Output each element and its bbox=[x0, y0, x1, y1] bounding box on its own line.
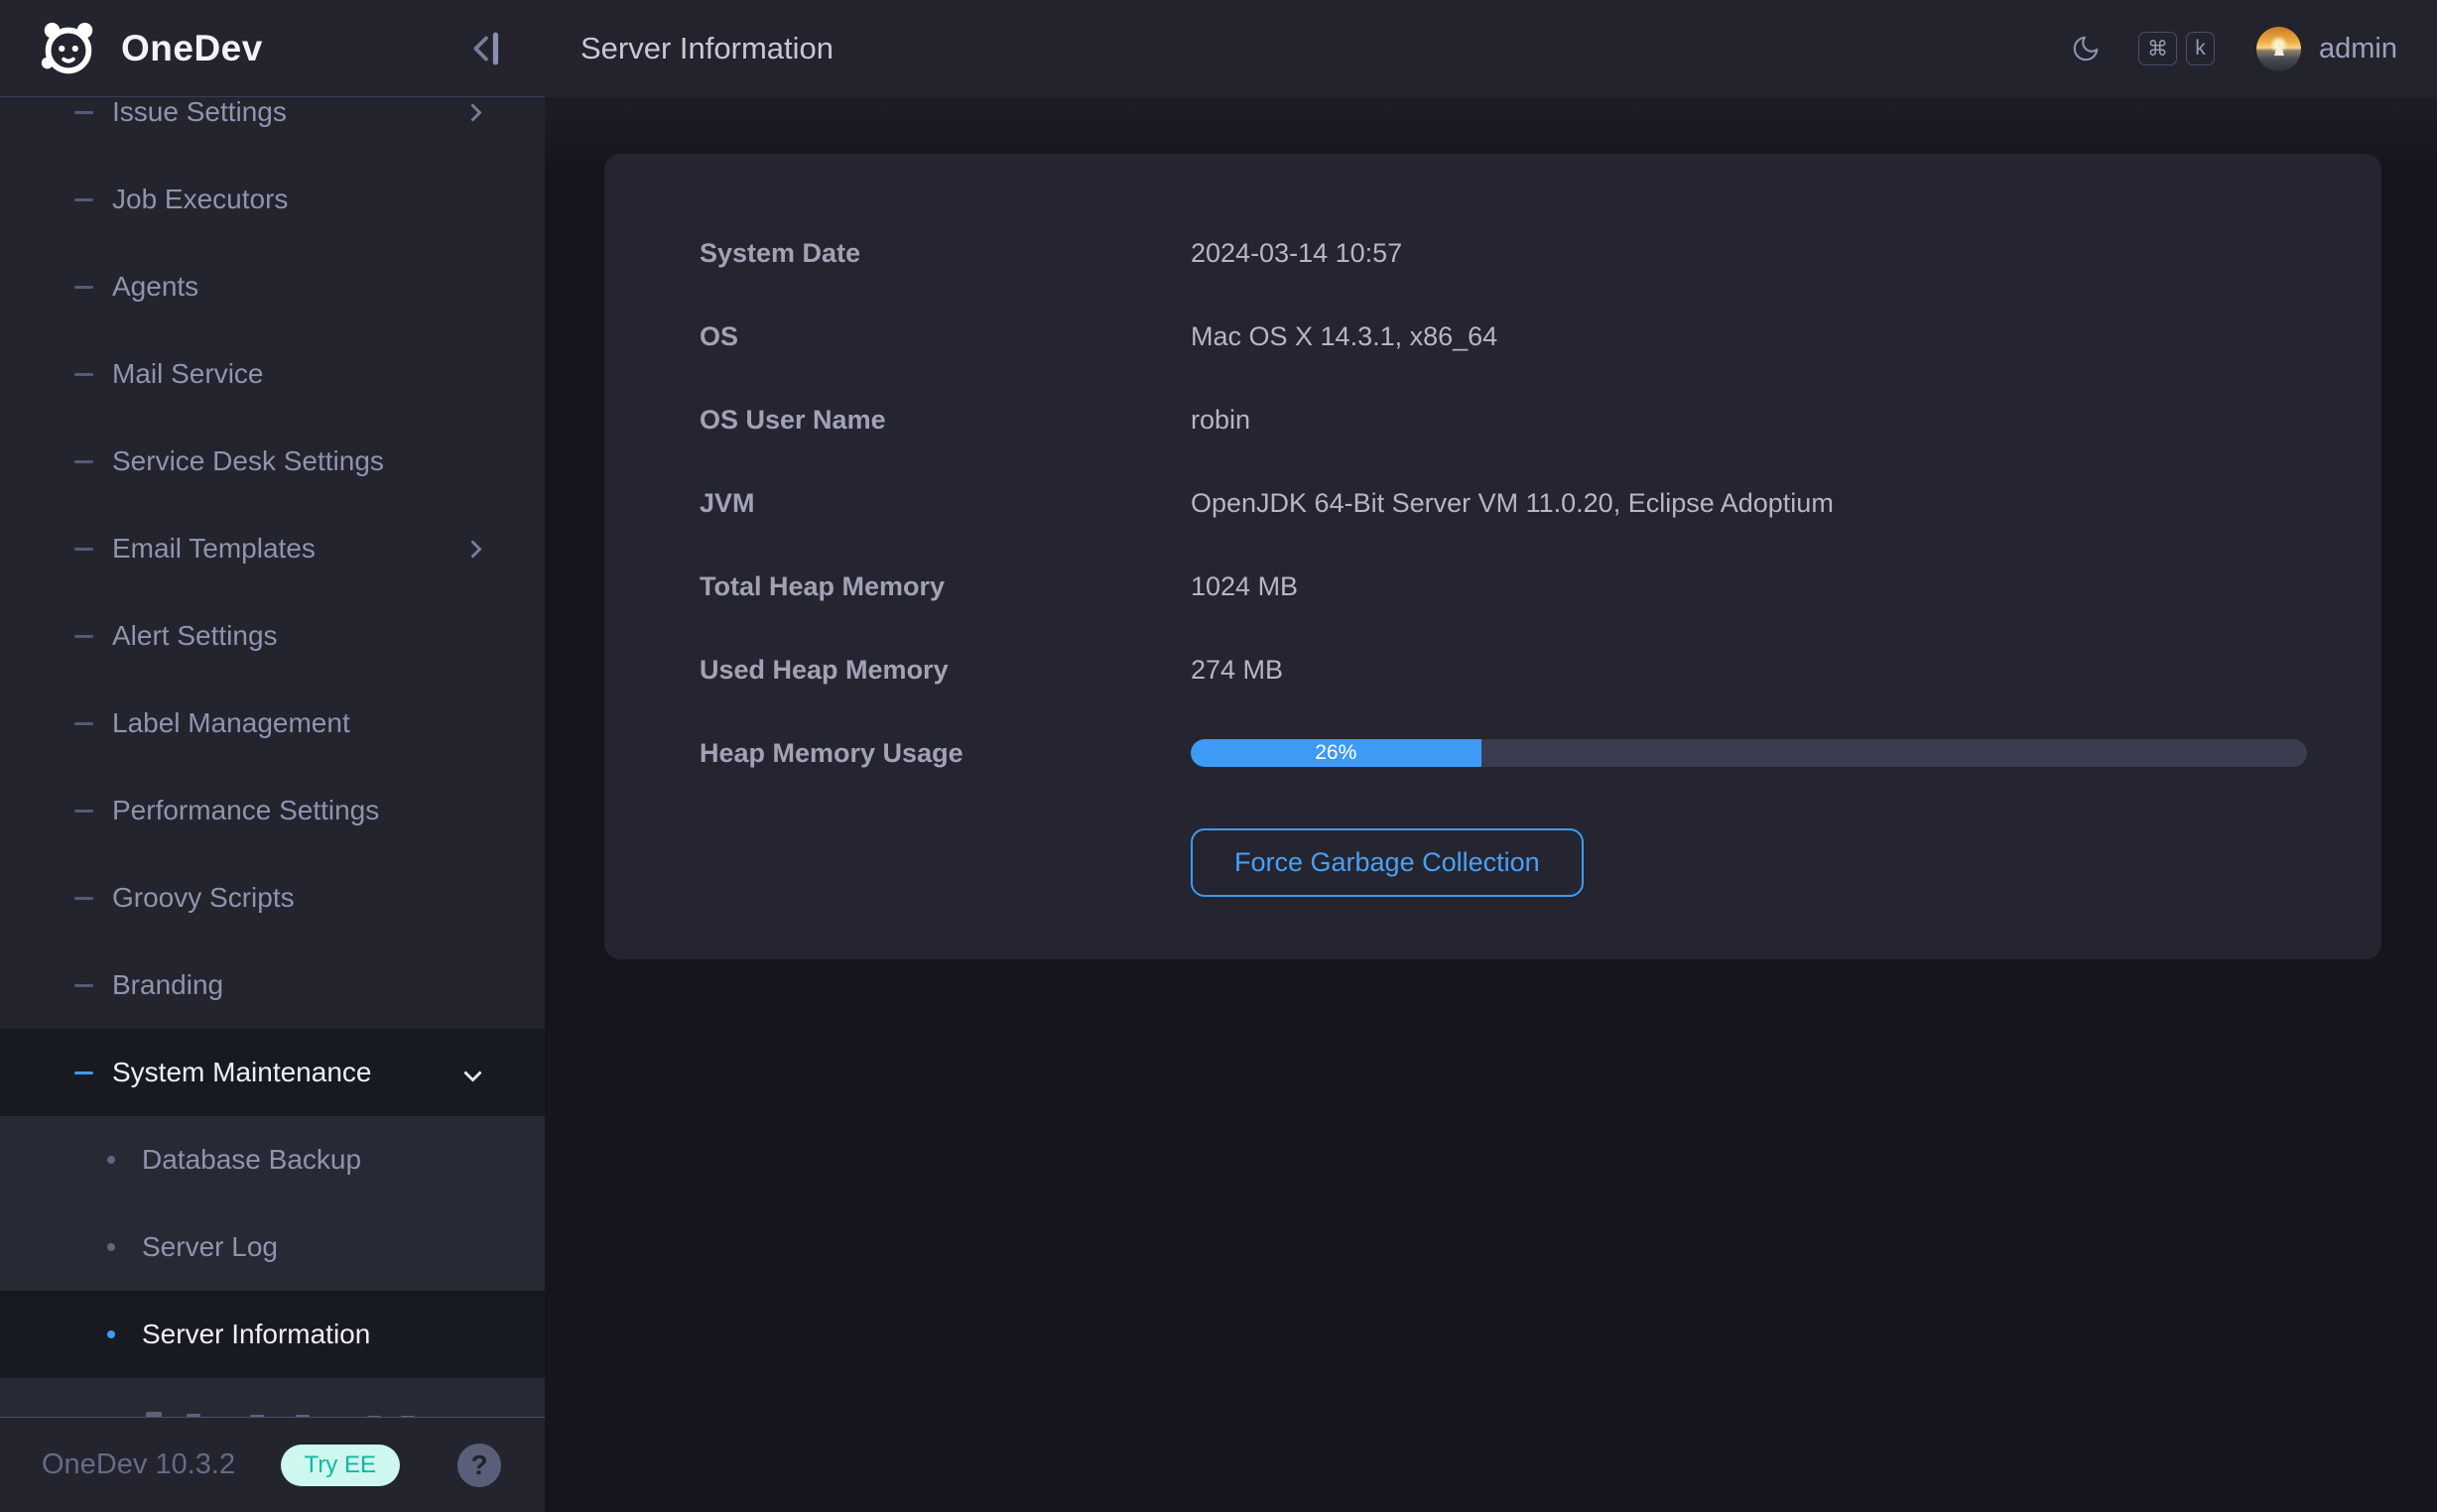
dash-icon bbox=[74, 373, 93, 376]
sidebar-item-issue-settings[interactable]: Issue Settings bbox=[0, 97, 545, 156]
cmd-key-icon: ⌘ bbox=[2138, 32, 2177, 65]
info-row-os-user-name: OS User Name robin bbox=[700, 378, 2307, 461]
dash-icon bbox=[74, 198, 93, 201]
username[interactable]: admin bbox=[2319, 33, 2397, 65]
dash-icon bbox=[74, 635, 93, 638]
server-info-card: System Date 2024-03-14 10:57 OS Mac OS X… bbox=[604, 154, 2381, 959]
dash-icon bbox=[74, 897, 93, 900]
force-garbage-collection-button[interactable]: Force Garbage Collection bbox=[1191, 828, 1584, 897]
info-row-total-heap-memory: Total Heap Memory 1024 MB bbox=[700, 545, 2307, 628]
sidebar-item-performance-settings[interactable]: Performance Settings bbox=[0, 767, 545, 854]
bullet-icon bbox=[107, 1156, 115, 1164]
sidebar-item-job-executors[interactable]: Job Executors bbox=[0, 156, 545, 243]
collapse-sidebar-icon[interactable] bbox=[467, 29, 507, 68]
info-row-os: OS Mac OS X 14.3.1, x86_64 bbox=[700, 295, 2307, 378]
info-row-heap-memory-usage: Heap Memory Usage 26% bbox=[700, 711, 2307, 795]
sidebar-menu: Issue Settings Job Executors Agents Mail… bbox=[0, 97, 545, 1417]
help-icon[interactable]: ? bbox=[457, 1444, 501, 1487]
dash-icon bbox=[74, 722, 93, 725]
dash-icon bbox=[74, 286, 93, 289]
sidebar-item-alert-settings[interactable]: Alert Settings bbox=[0, 592, 545, 680]
dash-icon bbox=[74, 548, 93, 551]
main-area: Server Information ⌘ k admin System Date bbox=[545, 0, 2437, 1512]
sidebar-item-system-maintenance[interactable]: System Maintenance bbox=[0, 1029, 545, 1116]
sidebar-item-service-desk-settings[interactable]: Service Desk Settings bbox=[0, 418, 545, 505]
info-row-used-heap-memory: Used Heap Memory 274 MB bbox=[700, 628, 2307, 711]
sidebar-item-branding[interactable]: Branding bbox=[0, 942, 545, 1029]
page-content: System Date 2024-03-14 10:57 OS Mac OS X… bbox=[545, 97, 2437, 1512]
page-title: Server Information bbox=[580, 31, 834, 66]
sidebar: OneDev Issue Settings Job Executors bbox=[0, 0, 545, 1512]
chevron-down-icon bbox=[463, 1064, 481, 1081]
heap-usage-progress-fill: 26% bbox=[1191, 739, 1481, 767]
dash-icon bbox=[74, 111, 93, 114]
sidebar-item-database-backup[interactable]: Database Backup bbox=[0, 1116, 545, 1203]
dash-icon bbox=[74, 460, 93, 463]
chevron-right-icon bbox=[463, 540, 481, 558]
brand-name: OneDev bbox=[121, 28, 263, 69]
bullet-icon bbox=[107, 1243, 115, 1251]
info-row-system-date: System Date 2024-03-14 10:57 bbox=[700, 211, 2307, 295]
dash-icon bbox=[74, 1071, 93, 1074]
sidebar-item-server-information[interactable]: Server Information bbox=[0, 1291, 545, 1378]
try-ee-badge[interactable]: Try EE bbox=[281, 1445, 400, 1486]
avatar[interactable] bbox=[2256, 27, 2301, 71]
sidebar-item-agents[interactable]: Agents bbox=[0, 243, 545, 330]
sidebar-item-label-management[interactable]: Label Management bbox=[0, 680, 545, 767]
app-root: OneDev Issue Settings Job Executors bbox=[0, 0, 2437, 1512]
onedev-logo-icon bbox=[38, 18, 99, 79]
heap-usage-progressbar: 26% bbox=[1191, 739, 2307, 767]
info-row-jvm: JVM OpenJDK 64-Bit Server VM 11.0.20, Ec… bbox=[700, 461, 2307, 545]
app-version: OneDev 10.3.2 bbox=[42, 1449, 235, 1481]
sidebar-item-email-templates[interactable]: Email Templates bbox=[0, 505, 545, 592]
dash-icon bbox=[74, 984, 93, 987]
heap-usage-percent-label: 26% bbox=[1315, 741, 1356, 765]
gc-button-row: Force Garbage Collection bbox=[700, 828, 2307, 897]
search-shortcut-keys[interactable]: ⌘ k bbox=[2138, 32, 2215, 65]
bullet-icon bbox=[107, 1330, 115, 1338]
sidebar-footer: OneDev 10.3.2 Try EE ? bbox=[0, 1417, 545, 1512]
top-bar-actions: ⌘ k admin bbox=[2071, 27, 2397, 71]
sidebar-item-groovy-scripts[interactable]: Groovy Scripts bbox=[0, 854, 545, 942]
sidebar-item-server-log[interactable]: Server Log bbox=[0, 1203, 545, 1291]
top-bar: Server Information ⌘ k admin bbox=[545, 0, 2437, 97]
chevron-right-icon bbox=[463, 103, 481, 121]
system-maintenance-submenu: Database Backup Server Log bbox=[0, 1116, 545, 1291]
clipped-menu-item[interactable] bbox=[0, 1378, 545, 1417]
k-key-icon: k bbox=[2186, 32, 2215, 65]
sidebar-header: OneDev bbox=[0, 0, 545, 97]
dash-icon bbox=[74, 810, 93, 813]
sidebar-item-mail-service[interactable]: Mail Service bbox=[0, 330, 545, 418]
dark-mode-toggle-moon-icon[interactable] bbox=[2071, 34, 2101, 63]
